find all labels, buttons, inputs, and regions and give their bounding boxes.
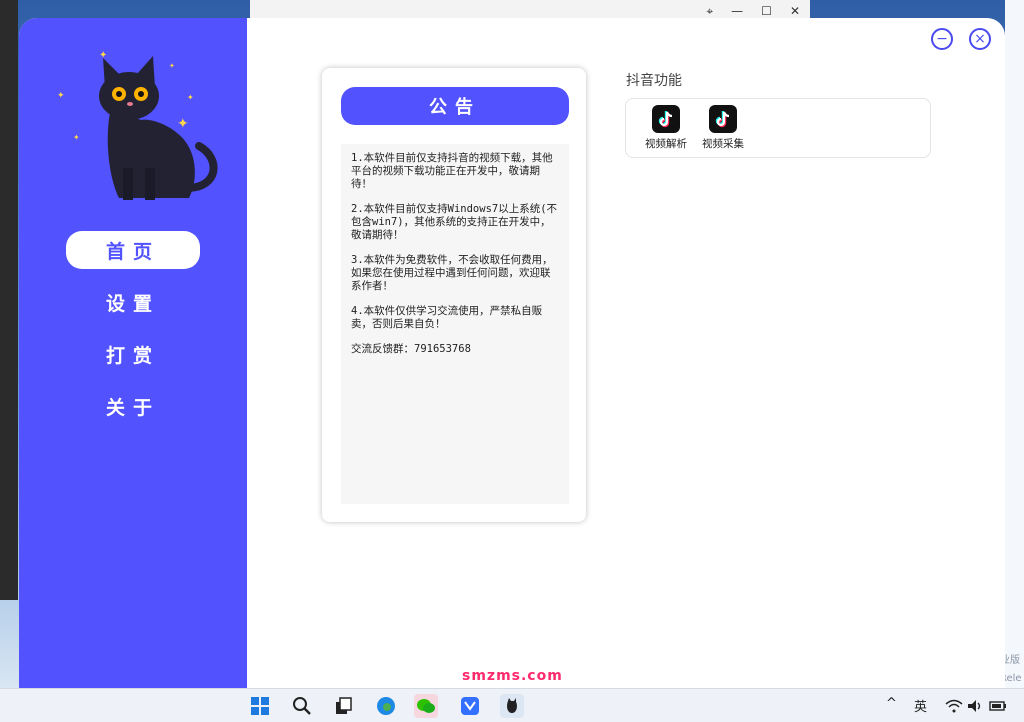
svg-text:✦: ✦ — [177, 116, 189, 132]
notice-card: 公告 1.本软件目前仅支持抖音的视频下载，其他平台的视频下载功能正在开发中，敬请… — [322, 68, 586, 522]
battery-icon[interactable] — [986, 694, 1010, 718]
notice-title: 公告 — [341, 87, 569, 125]
cat-logo: ✦ ✦ ✦ ✦ ✦ ✦ — [49, 38, 219, 208]
nav-item-settings[interactable]: 设置 — [66, 283, 200, 321]
nav-item-donate[interactable]: 打赏 — [66, 335, 200, 373]
task-view-icon[interactable] — [332, 694, 356, 718]
notice-body: 1.本软件目前仅支持抖音的视频下载，其他平台的视频下载功能正在开发中，敬请期待！… — [341, 144, 569, 504]
taskbar: ^ 英 — [0, 688, 1024, 722]
tiktok-icon — [652, 105, 680, 133]
feishu-icon[interactable] — [458, 694, 482, 718]
tiktok-icon — [709, 105, 737, 133]
maximize-icon[interactable]: ☐ — [761, 4, 772, 19]
nav-item-about[interactable]: 关于 — [66, 387, 200, 425]
features-title: 抖音功能 — [626, 73, 682, 89]
svg-text:✦: ✦ — [57, 91, 65, 101]
sidebar-nav: 首页 设置 打赏 关于 — [66, 231, 200, 439]
svg-text:✦: ✦ — [73, 133, 80, 142]
feature-label: 视频采集 — [702, 138, 744, 150]
app-window: ✦ ✦ ✦ ✦ ✦ ✦ 首页 设置 打赏 关于 − × 公告 1.本软件目前仅支… — [19, 18, 1005, 688]
search-icon[interactable] — [290, 694, 314, 718]
feature-video-collect[interactable]: 视频采集 — [697, 105, 749, 151]
minimize-button[interactable]: − — [931, 28, 953, 50]
features-panel: 视频解析 视频采集 — [625, 98, 931, 158]
volume-icon[interactable] — [964, 694, 988, 718]
notice-contact: 交流反馈群：791653768 — [351, 343, 471, 355]
background-window-edge — [0, 0, 18, 600]
svg-text:✦: ✦ — [169, 62, 175, 70]
minimize-icon[interactable]: — — [731, 4, 743, 19]
ime-indicator[interactable]: 英 — [914, 696, 927, 715]
wechat-icon[interactable] — [414, 694, 438, 718]
cat-app-icon[interactable] — [500, 694, 524, 718]
desktop-right-edge — [1005, 0, 1024, 688]
nav-item-home[interactable]: 首页 — [66, 231, 200, 269]
windows-start-icon[interactable] — [248, 694, 272, 718]
svg-text:✦: ✦ — [187, 93, 194, 102]
site-watermark: smzms.com — [462, 668, 563, 684]
notice-paragraph: 1.本软件目前仅支持抖音的视频下载，其他平台的视频下载功能正在开发中，敬请期待！ — [351, 152, 553, 190]
sidebar: ✦ ✦ ✦ ✦ ✦ ✦ 首页 设置 打赏 关于 — [19, 18, 247, 688]
feature-video-parse[interactable]: 视频解析 — [640, 105, 692, 151]
notice-paragraph: 2.本软件目前仅支持Windows7以上系统(不包含win7)，其他系统的支持正… — [351, 203, 558, 241]
close-button[interactable]: × — [969, 28, 991, 50]
feature-label: 视频解析 — [645, 138, 687, 150]
tray-chevron-icon[interactable]: ^ — [886, 696, 897, 711]
close-icon[interactable]: ✕ — [790, 4, 800, 19]
notice-paragraph: 3.本软件为免费软件，不会收取任何费用，如果您在使用过程中遇到任何问题，欢迎联系… — [351, 254, 553, 292]
notice-paragraph: 4.本软件仅供学习交流使用，严禁私自贩卖，否则后果自负！ — [351, 305, 543, 330]
pin-icon[interactable]: ⌖ — [706, 4, 713, 19]
wifi-icon[interactable] — [942, 694, 966, 718]
edge-browser-icon[interactable] — [374, 694, 398, 718]
